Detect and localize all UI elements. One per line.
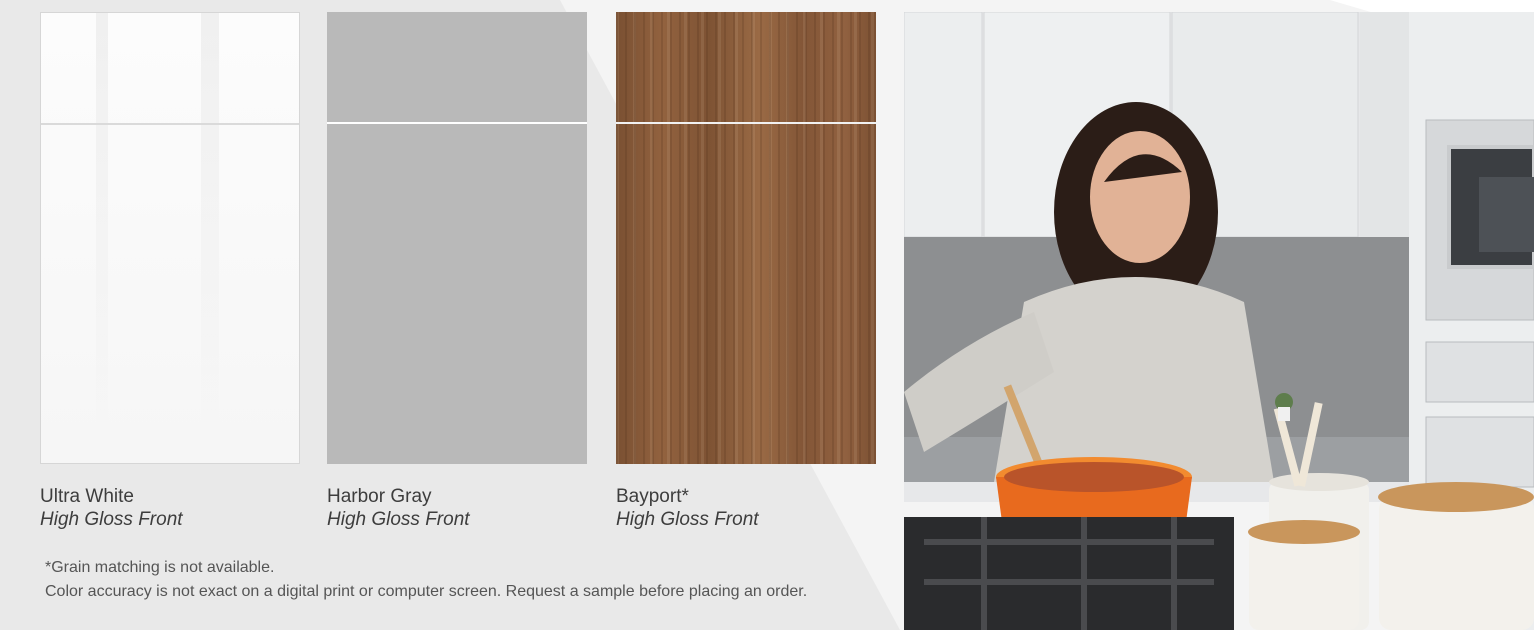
swatch-finish: High Gloss Front [616,509,759,530]
swatch-name: Ultra White [40,486,134,507]
kitchen-photo [904,12,1534,630]
disclaimer-notes: *Grain matching is not available. Color … [45,556,865,604]
grain-note: *Grain matching is not available. [45,559,275,576]
color-accuracy-note: Color accuracy is not exact on a digital… [45,583,808,600]
swatch-name: Harbor Gray [327,486,432,507]
swatch-harbor-gray[interactable] [327,12,587,464]
swatch-finish: High Gloss Front [40,509,183,530]
swatch-ultra-white[interactable] [40,12,300,464]
swatch-bayport[interactable] [616,12,876,464]
swatch-name: Bayport* [616,486,689,507]
swatch-card-harbor-gray[interactable]: Harbor Gray High Gloss Front [327,12,587,531]
swatch-finish: High Gloss Front [327,509,470,530]
swatch-card-ultra-white[interactable]: Ultra White High Gloss Front [40,12,300,531]
swatch-card-bayport[interactable]: Bayport* High Gloss Front [616,12,876,531]
